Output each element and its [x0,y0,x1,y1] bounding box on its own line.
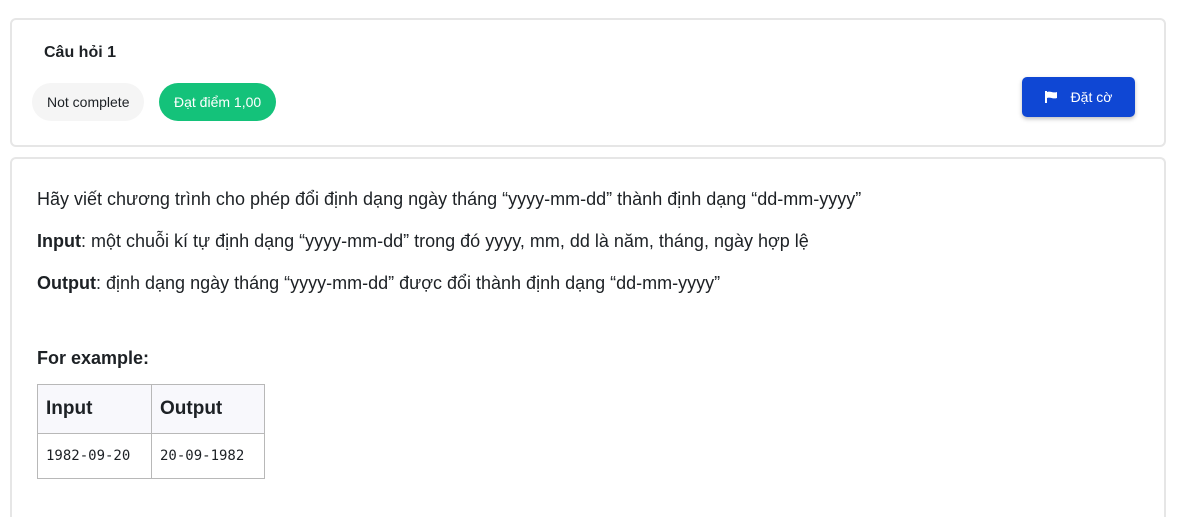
table-header-output: Output [151,384,265,434]
output-spec-text: : định dạng ngày tháng “yyyy-mm-dd” được… [95,273,721,293]
table-row: 1982-09-20 20-09-1982 [37,433,265,479]
grade-badge: Đạt điểm 1,00 [159,83,277,121]
example-table: Input Output 1982-09-20 20-09-1982 [37,384,265,479]
question-title: Câu hỏi 1 [44,44,117,61]
output-spec: Output: định dạng ngày tháng “yyyy-mm-dd… [37,272,720,294]
state-badge: Not complete [32,83,145,121]
input-spec: Input: một chuỗi kí tự định dạng “yyyy-m… [37,230,809,252]
question-text-card: Hãy viết chương trình cho phép đổi định … [10,157,1166,517]
output-spec-label: Output [37,273,96,293]
table-cell-input: 1982-09-20 [37,433,152,479]
question-description: Hãy viết chương trình cho phép đổi định … [37,189,862,209]
flag-icon [1044,91,1057,103]
flag-button-label: Đặt cờ [1070,89,1113,105]
flag-question-button[interactable]: Đặt cờ [1022,77,1135,117]
table-cell-output: 20-09-1982 [151,433,265,479]
input-spec-label: Input [37,231,81,251]
input-spec-text: : một chuỗi kí tự định dạng “yyyy-mm-dd”… [80,231,809,251]
table-header-row: Input Output [37,384,265,434]
question-info-card: Câu hỏi 1 Not complete Đạt điểm 1,00 Đặt… [10,18,1166,147]
example-heading: For example: [37,348,150,368]
table-header-input: Input [37,384,152,434]
